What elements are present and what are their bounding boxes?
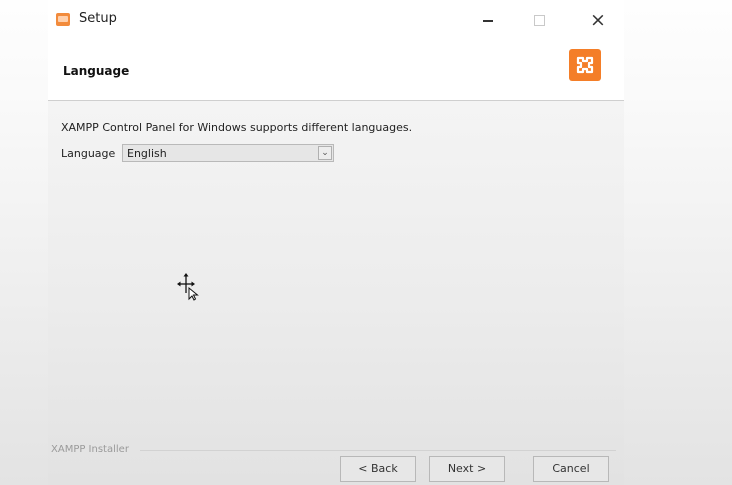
page-title: Language bbox=[63, 64, 130, 78]
window-title: Setup bbox=[79, 11, 117, 26]
setup-window: Setup × Language XAMPP Control Panel for… bbox=[48, 0, 624, 485]
maximize-icon bbox=[533, 15, 545, 26]
wizard-content: XAMPP Control Panel for Windows supports… bbox=[48, 101, 624, 485]
language-description: XAMPP Control Panel for Windows supports… bbox=[61, 121, 413, 134]
language-select-value: English bbox=[127, 147, 167, 160]
minimize-button[interactable] bbox=[473, 8, 503, 32]
close-button[interactable]: × bbox=[583, 8, 613, 32]
screen: Setup × Language XAMPP Control Panel for… bbox=[0, 0, 732, 485]
xampp-logo-icon bbox=[569, 49, 601, 81]
move-cursor-icon bbox=[177, 273, 199, 301]
cancel-button[interactable]: Cancel bbox=[533, 456, 609, 482]
installer-label: XAMPP Installer bbox=[51, 444, 129, 455]
language-label: Language bbox=[61, 147, 116, 160]
chevron-down-icon[interactable]: ⌄ bbox=[318, 146, 332, 160]
next-button[interactable]: Next > bbox=[429, 456, 505, 482]
language-select[interactable]: English ⌄ bbox=[122, 144, 334, 162]
minimize-icon bbox=[483, 19, 493, 22]
maximize-button[interactable] bbox=[524, 8, 554, 32]
setup-app-icon bbox=[56, 13, 70, 26]
footer-divider bbox=[140, 450, 616, 451]
title-bar[interactable]: Setup × bbox=[48, 0, 624, 40]
back-button[interactable]: < Back bbox=[340, 456, 416, 482]
wizard-header: Language bbox=[48, 40, 624, 100]
